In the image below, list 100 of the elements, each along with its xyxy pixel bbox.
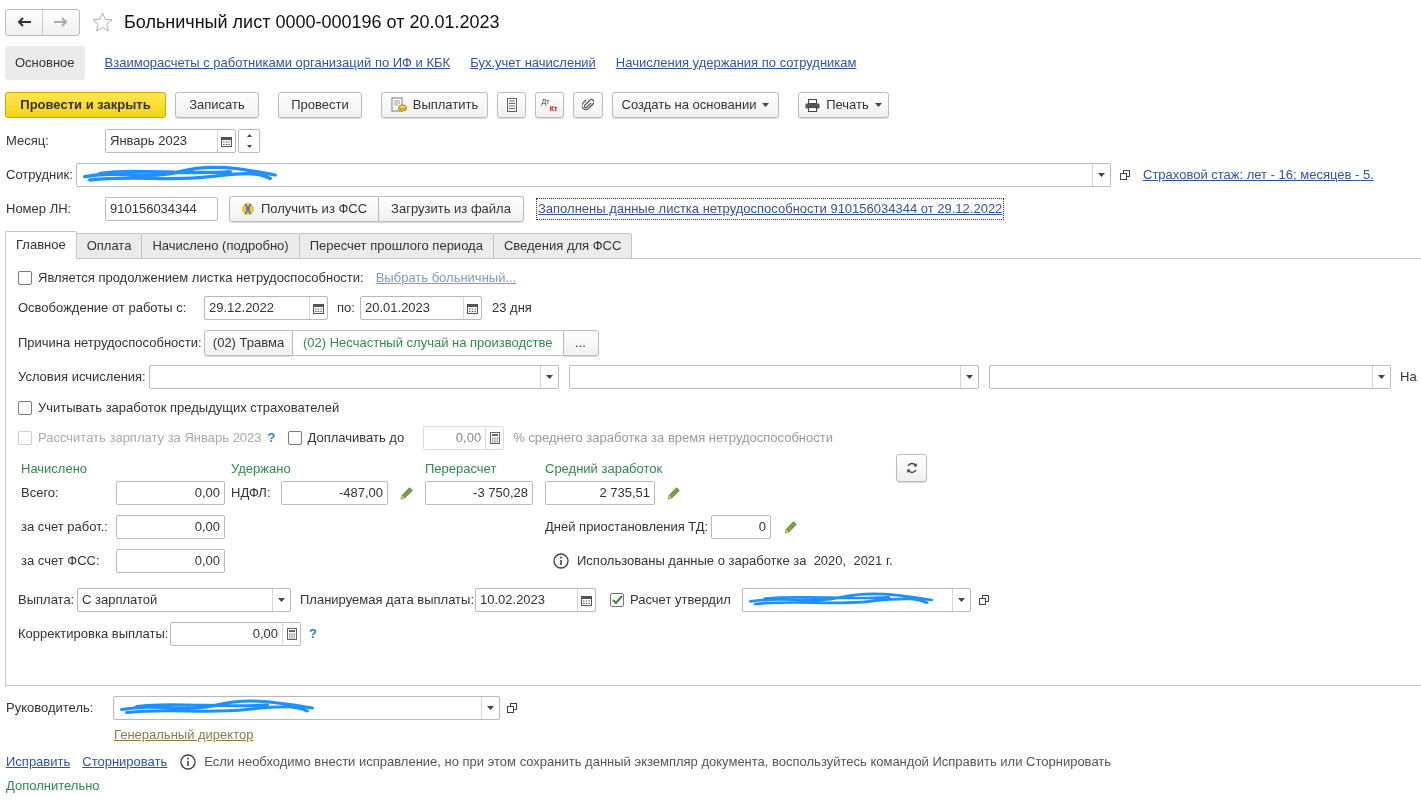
calendar-icon[interactable] bbox=[467, 302, 478, 314]
dropdown-field[interactable] bbox=[149, 365, 559, 389]
field-label: На bbox=[1400, 368, 1417, 387]
amount-field[interactable]: 0,00 bbox=[116, 549, 225, 573]
calendar-icon[interactable] bbox=[581, 594, 592, 606]
filled-data-link[interactable]: Заполнены данные листка нетрудоспособности 910156034344 от 29.12.2022 bbox=[536, 198, 1005, 220]
position-link[interactable]: Генеральный директор bbox=[114, 727, 254, 742]
caret-icon[interactable] bbox=[278, 598, 285, 602]
checkbox-label: Рассчитать зарплату за Январь 2023 bbox=[38, 429, 262, 448]
insurance-period-link[interactable]: Страховой стаж: лет - 16; месяцев - 5. bbox=[1143, 167, 1374, 183]
month-field[interactable]: Январь 2023 bbox=[105, 129, 236, 153]
field-suffix: % среднего заработка за время нетрудоспособности bbox=[513, 429, 833, 448]
open-icon bbox=[1119, 170, 1130, 180]
manager-field[interactable] bbox=[113, 696, 500, 720]
section-heading: Перерасчет bbox=[425, 462, 498, 476]
amount-field[interactable]: 0,00 bbox=[116, 515, 225, 539]
list-button[interactable] bbox=[497, 92, 526, 118]
field-label: Номер ЛН: bbox=[6, 200, 73, 219]
caret-icon[interactable] bbox=[546, 375, 553, 379]
caret-icon[interactable] bbox=[1378, 375, 1385, 379]
create-based-on-button[interactable]: Создать на основании bbox=[612, 92, 779, 118]
correct-link[interactable]: Исправить bbox=[6, 752, 71, 772]
pencil-icon[interactable] bbox=[400, 486, 413, 500]
list-icon bbox=[506, 98, 517, 112]
field-label: Дней приостановления ТД: bbox=[545, 518, 710, 537]
spin-button[interactable] bbox=[238, 129, 260, 153]
reverse-link[interactable]: Сторнировать bbox=[82, 754, 168, 770]
pay-button[interactable]: Выплатить bbox=[381, 92, 488, 118]
section-link[interactable]: Бух.учет начислений bbox=[470, 53, 596, 73]
info-icon bbox=[553, 553, 569, 569]
info-text: Если необходимо внести исправление, но при этом сохранить данный экземпляр документа, воспользуйтесь командой Исправить или Сторнировать bbox=[204, 753, 1112, 772]
tab[interactable]: Начислено (подробно) bbox=[141, 233, 300, 259]
info-text: Использованы данные о заработке за 2020, 2021 г. bbox=[577, 552, 893, 571]
tab[interactable]: Главное bbox=[5, 231, 77, 259]
amount-field[interactable]: 2 735,51 bbox=[545, 481, 655, 505]
tab[interactable]: Сведения для ФСС bbox=[492, 233, 633, 259]
globe-icon bbox=[240, 202, 255, 216]
amount-field[interactable]: -3 750,28 bbox=[425, 481, 533, 505]
amount-field[interactable]: 0,00 bbox=[170, 622, 301, 646]
reason-code-button[interactable]: (02) Травма bbox=[204, 329, 293, 356]
star-icon[interactable] bbox=[92, 12, 113, 32]
tab[interactable]: Пересчет прошлого периода bbox=[298, 233, 494, 259]
load-from-file-button[interactable]: Загрузить из файла bbox=[379, 196, 524, 222]
caret-icon[interactable] bbox=[487, 706, 494, 710]
section-heading: Средний заработок bbox=[545, 462, 663, 476]
open-icon bbox=[978, 595, 989, 605]
toolbar-button[interactable]: Провести bbox=[278, 92, 362, 118]
field-label: НДФЛ: bbox=[231, 484, 272, 503]
caret-icon[interactable] bbox=[762, 103, 770, 107]
checkbox-label: Учитывать заработок предыдущих страхователей bbox=[38, 399, 340, 418]
get-from-fss-button[interactable]: Получить из ФСС bbox=[229, 196, 379, 222]
days-field[interactable]: 0 bbox=[711, 515, 771, 539]
amount-field[interactable]: -487,00 bbox=[281, 481, 388, 505]
field-label: Сотрудник: bbox=[6, 166, 74, 185]
refresh-icon bbox=[905, 462, 918, 474]
checkbox[interactable] bbox=[610, 593, 624, 607]
dropdown-field[interactable] bbox=[569, 365, 979, 389]
window-title: Больничный лист 0000-000196 от 20.01.2023 bbox=[124, 10, 500, 34]
choose-button[interactable]: ... bbox=[562, 329, 599, 356]
date-field[interactable]: 10.02.2023 bbox=[475, 588, 596, 612]
field-label: по: bbox=[337, 299, 356, 318]
toolbar-button[interactable]: Записать bbox=[175, 92, 259, 118]
open-icon bbox=[506, 703, 517, 713]
calendar-icon[interactable] bbox=[221, 135, 232, 147]
down-arrow-icon[interactable] bbox=[246, 145, 252, 148]
amount-field[interactable]: 0,00 bbox=[116, 481, 225, 505]
refresh-button[interactable] bbox=[896, 454, 927, 482]
dropdown-field[interactable]: С зарплатой bbox=[77, 588, 291, 612]
section-link[interactable]: Начисления удержания по сотрудникам bbox=[615, 53, 857, 73]
post-and-close-button[interactable]: Провести и закрыть bbox=[5, 92, 166, 118]
calculator-icon[interactable] bbox=[286, 628, 297, 640]
info-icon bbox=[180, 754, 197, 770]
up-arrow-icon[interactable] bbox=[246, 134, 252, 137]
field-label: Причина нетрудоспособности: bbox=[18, 333, 203, 352]
date-field[interactable]: 20.01.2023 bbox=[360, 296, 482, 320]
paperclip-icon bbox=[582, 98, 594, 112]
field-label: Всего: bbox=[21, 484, 60, 503]
document-coins-icon bbox=[390, 97, 407, 113]
attach-button[interactable] bbox=[573, 92, 603, 118]
pencil-icon[interactable] bbox=[784, 520, 797, 534]
sick-leave-number-field[interactable]: 910156034344 bbox=[105, 197, 218, 221]
caret-icon[interactable] bbox=[958, 598, 965, 602]
checkbox-label: Расчет утвердил bbox=[630, 591, 732, 610]
calendar-icon[interactable] bbox=[313, 302, 324, 314]
pencil-icon[interactable] bbox=[667, 486, 680, 500]
dropdown-field[interactable] bbox=[989, 365, 1391, 389]
checkbox[interactable] bbox=[18, 271, 32, 285]
section-link[interactable]: Взаиморасчеты с работниками организаций по ИФ и КБК bbox=[104, 53, 451, 73]
employee-field[interactable] bbox=[76, 163, 1111, 187]
approver-field[interactable] bbox=[742, 588, 971, 612]
tab[interactable]: Оплата bbox=[75, 233, 143, 259]
print-button[interactable]: Печать bbox=[798, 92, 889, 118]
section-link[interactable]: Основное bbox=[5, 46, 85, 80]
caret-icon[interactable] bbox=[1098, 173, 1105, 177]
date-field[interactable]: 29.12.2022 bbox=[204, 296, 328, 320]
section-heading: Начислено bbox=[21, 462, 89, 476]
caret-icon[interactable] bbox=[966, 375, 973, 379]
field-label: Условия исчисления: bbox=[18, 368, 147, 387]
checkbox[interactable] bbox=[18, 401, 32, 415]
caret-icon[interactable] bbox=[874, 103, 882, 107]
